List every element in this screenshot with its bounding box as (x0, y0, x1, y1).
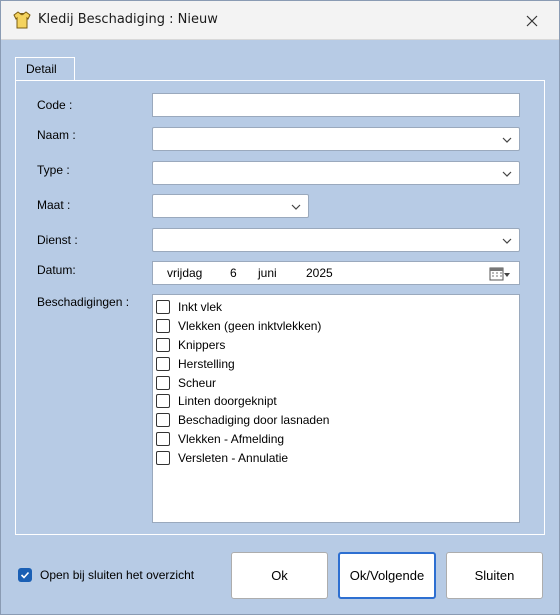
chevron-down-icon (502, 171, 512, 177)
datum-label: Datum: (37, 263, 76, 277)
list-item[interactable]: Herstelling (153, 354, 519, 373)
open-overview-label: Open bij sluiten het overzicht (40, 568, 195, 582)
list-item[interactable]: Knippers (153, 336, 519, 355)
dienst-combobox[interactable] (152, 228, 520, 252)
list-item[interactable]: Inkt vlek (153, 298, 519, 317)
chevron-down-icon (502, 238, 512, 244)
list-item-label: Linten doorgeknipt (178, 394, 277, 409)
close-button[interactable] (517, 7, 547, 35)
dienst-label: Dienst : (37, 233, 78, 247)
shirt-icon (13, 11, 31, 29)
checkbox[interactable] (156, 394, 170, 409)
date-month[interactable]: juni (258, 266, 277, 280)
close-icon (526, 15, 538, 27)
list-item-label: Versleten - Annulatie (178, 450, 289, 465)
title-bar: Kledij Beschadiging : Nieuw (1, 1, 559, 40)
checkbox[interactable] (156, 375, 170, 390)
checkbox-checked[interactable] (18, 568, 32, 582)
list-item-label: Scheur (178, 375, 217, 390)
checkbox[interactable] (156, 300, 170, 315)
checkbox[interactable] (156, 356, 170, 371)
chevron-down-icon (291, 204, 301, 210)
naam-combobox[interactable] (152, 127, 520, 151)
date-weekday[interactable]: vrijdag (167, 266, 202, 280)
list-item-label: Inkt vlek (178, 300, 223, 315)
tab-detail[interactable]: Detail (15, 57, 75, 81)
list-item-label: Knippers (178, 337, 226, 352)
list-item-label: Vlekken - Afmelding (178, 431, 285, 446)
date-day[interactable]: 6 (230, 266, 237, 280)
open-overview-checkbox[interactable]: Open bij sluiten het overzicht (18, 568, 194, 582)
beschadigingen-label: Beschadigingen : (37, 295, 130, 309)
calendar-dropdown-icon[interactable] (489, 266, 511, 282)
checkbox[interactable] (156, 431, 170, 446)
checkbox[interactable] (156, 337, 170, 352)
checkbox[interactable] (156, 319, 170, 334)
list-item[interactable]: Beschadiging door lasnaden (153, 411, 519, 430)
close-dialog-button[interactable]: Sluiten (446, 552, 543, 599)
type-label: Type : (37, 163, 70, 177)
beschadigingen-list[interactable]: Inkt vlek Vlekken (geen inktvlekken) Kni… (152, 294, 520, 523)
list-item[interactable]: Vlekken (geen inktvlekken) (153, 317, 519, 336)
window-title: Kledij Beschadiging : Nieuw (38, 12, 218, 27)
type-combobox[interactable] (152, 161, 520, 185)
naam-label: Naam : (37, 128, 76, 142)
checkbox[interactable] (156, 413, 170, 428)
maat-label: Maat : (37, 198, 71, 212)
list-item[interactable]: Vlekken - Afmelding (153, 430, 519, 449)
maat-combobox[interactable] (152, 194, 309, 218)
checkbox[interactable] (156, 450, 170, 465)
dialog-window: Kledij Beschadiging : Nieuw Detail Code … (0, 0, 560, 615)
list-item-label: Vlekken (geen inktvlekken) (178, 319, 322, 334)
list-item[interactable]: Versleten - Annulatie (153, 448, 519, 467)
code-input[interactable] (152, 93, 520, 117)
list-item[interactable]: Scheur (153, 373, 519, 392)
date-year[interactable]: 2025 (306, 266, 333, 280)
list-item-label: Herstelling (178, 356, 235, 371)
ok-next-button[interactable]: Ok/Volgende (338, 552, 436, 599)
ok-button[interactable]: Ok (231, 552, 328, 599)
list-item[interactable]: Linten doorgeknipt (153, 392, 519, 411)
list-item-label: Beschadiging door lasnaden (178, 413, 330, 428)
checkmark-icon (20, 571, 30, 579)
datum-picker[interactable]: vrijdag 6 juni 2025 (152, 261, 520, 285)
code-label: Code : (37, 98, 73, 112)
chevron-down-icon (502, 137, 512, 143)
